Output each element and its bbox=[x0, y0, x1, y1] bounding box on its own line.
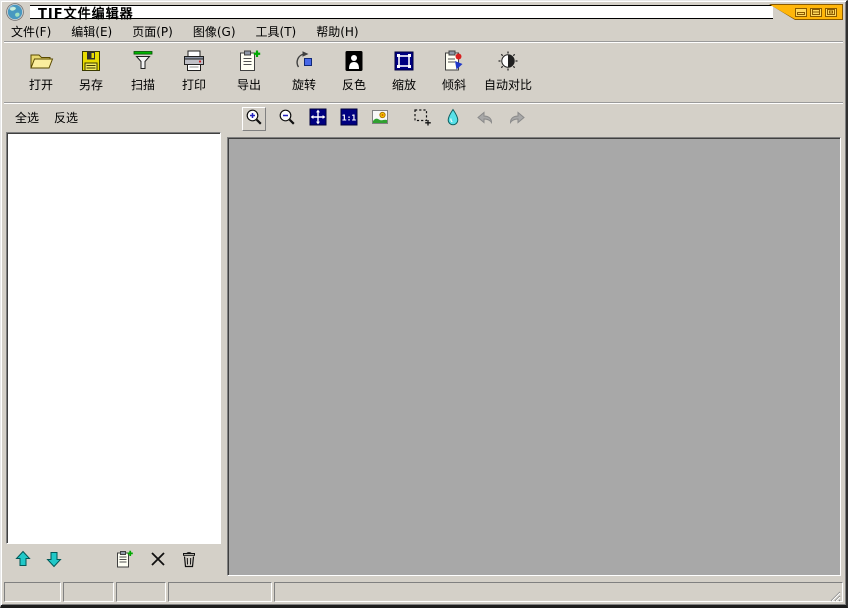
status-panel-3 bbox=[116, 582, 166, 602]
skew-button[interactable]: 倾斜 bbox=[432, 45, 476, 99]
move-up-icon bbox=[13, 549, 33, 573]
title-bar[interactable]: TIF文件编辑器 bbox=[4, 3, 843, 22]
redo-button[interactable] bbox=[505, 107, 529, 131]
menu-edit[interactable]: 编辑(E) bbox=[65, 21, 118, 42]
maximize-icon bbox=[812, 9, 820, 15]
view-toolbar: 1:1 bbox=[225, 104, 843, 135]
move-down-button[interactable] bbox=[42, 549, 66, 573]
zoom-in-icon bbox=[244, 107, 264, 131]
status-panel-4 bbox=[168, 582, 272, 602]
status-panel-1 bbox=[4, 582, 61, 602]
open-label: 打开 bbox=[28, 78, 53, 92]
image-panel: 1:1 bbox=[225, 104, 843, 577]
select-all-button[interactable]: 全选 bbox=[11, 107, 43, 128]
delete-page-button[interactable] bbox=[146, 549, 170, 573]
copy-page-button[interactable] bbox=[112, 549, 136, 573]
page-panel-header: 全选 反选 bbox=[4, 104, 223, 131]
open-folder-icon bbox=[28, 48, 54, 74]
skew-label: 倾斜 bbox=[441, 78, 466, 92]
image-view-icon bbox=[370, 107, 390, 131]
fit-window-button[interactable] bbox=[306, 107, 330, 131]
scan-button[interactable]: 扫描 bbox=[121, 45, 165, 99]
copy-page-icon bbox=[114, 549, 134, 573]
menu-page[interactable]: 页面(P) bbox=[126, 21, 179, 42]
save-as-label: 另存 bbox=[78, 78, 103, 92]
restore-button[interactable] bbox=[825, 7, 837, 17]
auto-contrast-label: 自动对比 bbox=[483, 78, 532, 92]
fit-window-icon bbox=[308, 107, 328, 131]
trash-icon bbox=[179, 549, 199, 573]
status-panel-5 bbox=[274, 582, 843, 602]
system-menu-button[interactable] bbox=[6, 3, 24, 21]
fill-color-icon bbox=[443, 107, 463, 131]
export-label: 导出 bbox=[236, 78, 261, 92]
save-floppy-icon bbox=[78, 48, 104, 74]
skew-icon bbox=[441, 48, 467, 74]
window-title: TIF文件编辑器 bbox=[38, 6, 134, 22]
actual-size-icon: 1:1 bbox=[339, 107, 359, 131]
window-controls bbox=[769, 4, 843, 20]
undo-button[interactable] bbox=[473, 107, 497, 131]
delete-x-icon bbox=[148, 549, 168, 573]
invert-button[interactable]: 反色 bbox=[332, 45, 376, 99]
rotate-button[interactable]: 旋转 bbox=[282, 45, 326, 99]
move-down-icon bbox=[44, 549, 64, 573]
auto-contrast-button[interactable]: 自动对比 bbox=[476, 45, 540, 99]
menu-file[interactable]: 文件(F) bbox=[5, 21, 57, 42]
print-icon bbox=[181, 48, 207, 74]
restore-icon bbox=[827, 9, 835, 15]
actual-size-button[interactable]: 1:1 bbox=[337, 107, 361, 131]
select-region-icon bbox=[412, 107, 432, 131]
minimize-icon bbox=[797, 9, 805, 15]
fill-color-button[interactable] bbox=[441, 107, 465, 131]
print-label: 打印 bbox=[181, 78, 206, 92]
scale-icon bbox=[391, 48, 417, 74]
open-button[interactable]: 打开 bbox=[19, 45, 63, 99]
scale-button[interactable]: 缩放 bbox=[382, 45, 426, 99]
minimize-button[interactable] bbox=[795, 7, 807, 17]
zoom-in-button[interactable] bbox=[242, 107, 266, 131]
select-region-button[interactable] bbox=[410, 107, 434, 131]
rotate-label: 旋转 bbox=[291, 78, 316, 92]
resize-grip-icon[interactable] bbox=[828, 587, 841, 602]
trash-button[interactable] bbox=[177, 549, 201, 573]
window-controls-inner bbox=[770, 5, 842, 19]
scale-label: 缩放 bbox=[391, 78, 416, 92]
zoom-out-button[interactable] bbox=[275, 107, 299, 131]
invert-icon bbox=[341, 48, 367, 74]
invert-selection-button[interactable]: 反选 bbox=[50, 107, 82, 128]
zoom-out-icon bbox=[277, 107, 297, 131]
page-panel: 全选 反选 bbox=[4, 104, 223, 577]
page-list[interactable] bbox=[6, 132, 221, 544]
menu-help[interactable]: 帮助(H) bbox=[310, 21, 364, 42]
image-canvas[interactable] bbox=[227, 137, 841, 576]
print-button[interactable]: 打印 bbox=[172, 45, 216, 99]
menu-tools[interactable]: 工具(T) bbox=[250, 21, 303, 42]
app-window: TIF文件编辑器 文件(F) 编辑(E) 页面(P) 图像(G) 工具(T) 帮… bbox=[0, 0, 848, 608]
auto-contrast-icon bbox=[495, 48, 521, 74]
actual-size-label: 1:1 bbox=[342, 114, 357, 123]
save-as-button[interactable]: 另存 bbox=[69, 45, 113, 99]
rotate-icon bbox=[291, 48, 317, 74]
move-up-button[interactable] bbox=[11, 549, 35, 573]
redo-icon bbox=[507, 107, 527, 131]
menu-image[interactable]: 图像(G) bbox=[187, 21, 242, 42]
export-button[interactable]: 导出 bbox=[227, 45, 271, 99]
main-toolbar: 打开 另存 扫描 打印 导出 旋转 反色 缩放 倾斜 自动对比 bbox=[4, 43, 843, 101]
image-view-button[interactable] bbox=[368, 107, 392, 131]
status-bar bbox=[4, 580, 843, 602]
menu-bar: 文件(F) 编辑(E) 页面(P) 图像(G) 工具(T) 帮助(H) bbox=[5, 22, 842, 41]
invert-label: 反色 bbox=[341, 78, 366, 92]
status-panel-2 bbox=[63, 582, 114, 602]
title-strip: TIF文件编辑器 bbox=[30, 5, 773, 22]
scan-icon bbox=[130, 48, 156, 74]
export-icon bbox=[236, 48, 262, 74]
undo-icon bbox=[475, 107, 495, 131]
maximize-button[interactable] bbox=[810, 7, 822, 17]
page-toolbar bbox=[4, 545, 223, 577]
scan-label: 扫描 bbox=[130, 78, 155, 92]
